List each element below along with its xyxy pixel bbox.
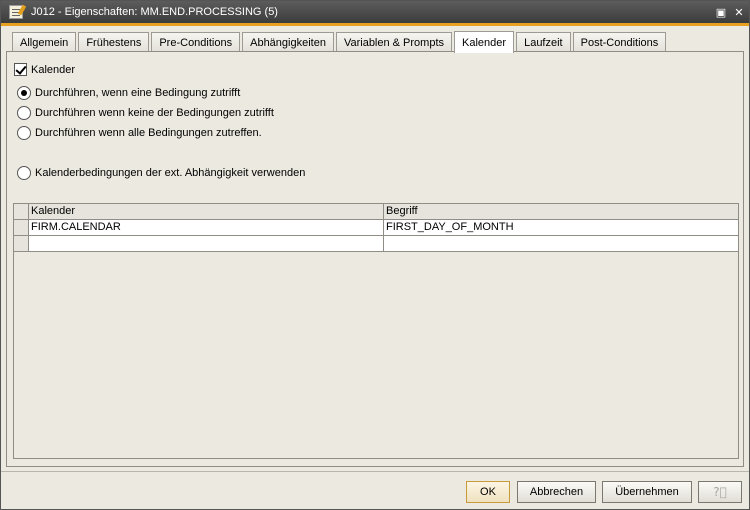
properties-dialog: J012 - Eigenschaften: MM.END.PROCESSING … — [0, 0, 750, 510]
radio-option-no-condition[interactable]: Durchführen wenn keine der Bedingungen z… — [17, 106, 274, 120]
maximize-icon[interactable]: ▣ — [713, 4, 729, 20]
close-icon[interactable]: ✕ — [731, 4, 747, 20]
kalender-checkbox-row[interactable]: Kalender — [14, 63, 75, 76]
tab-fruehestens[interactable]: Frühestens — [78, 32, 150, 52]
row-header[interactable] — [14, 220, 29, 236]
row-header[interactable] — [14, 236, 29, 252]
kalender-tab-panel: Kalender Durchführen, wenn eine Bedingun… — [6, 51, 744, 467]
help-icon: ?⃝ — [713, 485, 727, 499]
radio-label: Durchführen, wenn eine Bedingung zutriff… — [35, 87, 241, 99]
radio-label: Kalenderbedingungen der ext. Abhängigkei… — [35, 167, 306, 179]
radio-label: Durchführen wenn keine der Bedingungen z… — [35, 107, 274, 119]
radio-button[interactable] — [17, 86, 31, 100]
tab-pre-conditions[interactable]: Pre-Conditions — [151, 32, 241, 52]
title-bar[interactable]: J012 - Eigenschaften: MM.END.PROCESSING … — [1, 1, 749, 23]
footer-separator — [1, 471, 749, 472]
table-row[interactable] — [14, 236, 738, 252]
tab-post-conditions[interactable]: Post-Conditions — [572, 32, 667, 52]
radio-button[interactable] — [17, 106, 31, 120]
ok-button[interactable]: OK — [466, 481, 510, 503]
table-cell-kalender[interactable]: FIRM.CALENDAR — [29, 220, 384, 236]
table-row[interactable]: FIRM.CALENDAR FIRST_DAY_OF_MONTH — [14, 220, 738, 236]
radio-button[interactable] — [17, 166, 31, 180]
radio-option-all-conditions[interactable]: Durchführen wenn alle Bedingungen zutref… — [17, 126, 262, 140]
tab-laufzeit[interactable]: Laufzeit — [516, 32, 571, 52]
tab-variablen-prompts[interactable]: Variablen & Prompts — [335, 32, 453, 52]
table-cell-begriff[interactable] — [384, 236, 738, 252]
column-header-begriff[interactable]: Begriff — [384, 204, 738, 220]
radio-option-ext-dependency[interactable]: Kalenderbedingungen der ext. Abhängigkei… — [17, 166, 305, 180]
table-cell-kalender[interactable] — [29, 236, 384, 252]
column-header-kalender[interactable]: Kalender — [29, 204, 384, 220]
window-title: J012 - Eigenschaften: MM.END.PROCESSING … — [31, 6, 278, 18]
radio-button[interactable] — [17, 126, 31, 140]
table-header-row: Kalender Begriff — [14, 204, 738, 220]
calendar-conditions-table[interactable]: Kalender Begriff FIRM.CALENDAR FIRST_DAY… — [13, 203, 739, 459]
kalender-checkbox[interactable] — [14, 63, 27, 76]
tab-allgemein[interactable]: Allgemein — [12, 32, 77, 52]
tab-abhaengigkeiten[interactable]: Abhängigkeiten — [242, 32, 334, 52]
table-cell-begriff[interactable]: FIRST_DAY_OF_MONTH — [384, 220, 738, 236]
row-header-corner — [14, 204, 29, 220]
apply-button[interactable]: Übernehmen — [602, 481, 692, 503]
help-button[interactable]: ?⃝ — [698, 481, 742, 503]
kalender-checkbox-label: Kalender — [31, 63, 76, 76]
title-accent-bar — [1, 23, 749, 26]
job-properties-icon — [9, 5, 23, 19]
tab-strip: Allgemein Frühestens Pre-Conditions Abhä… — [12, 31, 668, 53]
tab-kalender[interactable]: Kalender — [454, 31, 515, 53]
radio-option-one-condition[interactable]: Durchführen, wenn eine Bedingung zutriff… — [17, 86, 240, 100]
cancel-button[interactable]: Abbrechen — [517, 481, 596, 503]
radio-label: Durchführen wenn alle Bedingungen zutref… — [35, 127, 262, 139]
